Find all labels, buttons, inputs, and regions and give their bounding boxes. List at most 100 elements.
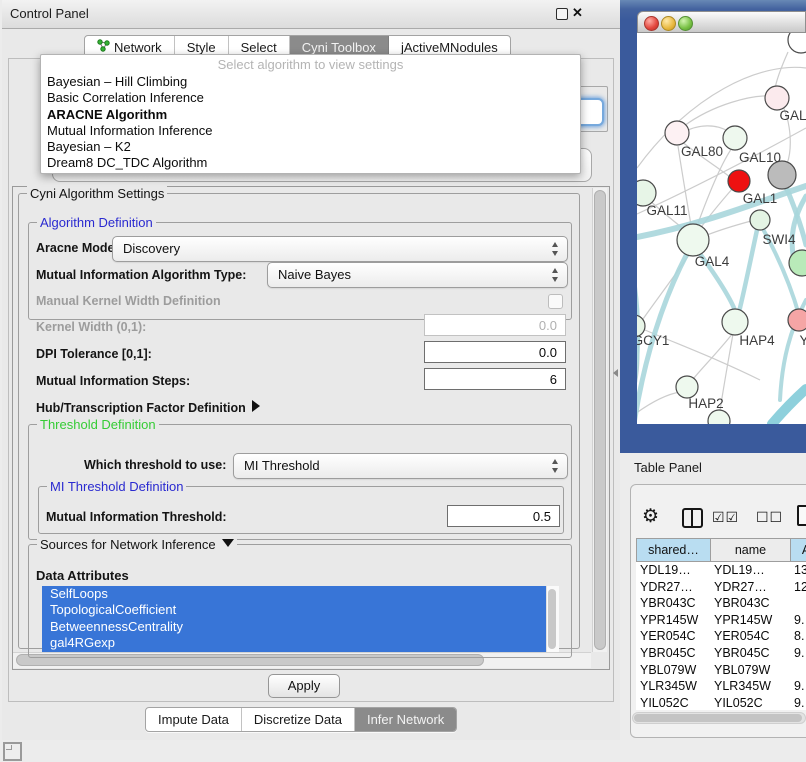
close-panel-icon[interactable]: ✕ <box>572 5 583 21</box>
unchecked-pair-icon[interactable]: ☐☐ <box>756 509 783 526</box>
network-window-titlebar[interactable] <box>637 11 806 33</box>
network-node[interactable] <box>768 161 796 189</box>
mi-steps-field[interactable] <box>424 368 566 390</box>
network-node-gal80[interactable] <box>665 121 689 145</box>
network-node-hap4[interactable] <box>722 309 748 335</box>
table-cell: YLR345W <box>636 678 710 695</box>
node-label-gal10: GAL10 <box>739 150 781 165</box>
algorithm-option[interactable]: Dream8 DC_TDC Algorithm <box>41 155 580 171</box>
network-edge <box>684 96 770 126</box>
table-row[interactable]: YLR345WYLR345W9. <box>636 678 806 695</box>
attribute-list-item[interactable]: BetweennessCentrality <box>42 619 546 635</box>
table-panel-title: Table Panel <box>634 460 702 475</box>
kernel-width-label: Kernel Width (0,1): <box>36 320 146 334</box>
algorithm-option[interactable]: Basic Correlation Inference <box>41 90 580 106</box>
algorithm-option[interactable]: Bayesian – Hill Climbing <box>41 74 580 90</box>
mi-threshold-field[interactable] <box>447 505 560 527</box>
table-hscrollbar-thumb[interactable] <box>634 714 802 722</box>
splitter-collapse-icon[interactable] <box>613 369 618 377</box>
aracne-mode-label: Aracne Mode: <box>36 241 119 255</box>
checked-pair-icon[interactable]: ☑☑ <box>712 509 739 526</box>
control-panel-title: Control Panel <box>10 6 89 21</box>
network-node-y[interactable] <box>788 309 806 331</box>
table-cell: 13… <box>790 562 806 579</box>
apply-button[interactable]: Apply <box>268 674 340 698</box>
which-threshold-combobox[interactable]: MI Threshold <box>233 453 568 479</box>
algorithm-definition-title: Algorithm Definition <box>37 215 156 230</box>
mi-threshold-label: Mutual Information Threshold: <box>46 510 227 524</box>
document-icon[interactable] <box>797 505 806 526</box>
network-edge <box>707 221 751 235</box>
kernel-width-field[interactable] <box>424 314 566 336</box>
table-row[interactable]: YBR043CYBR043C <box>636 595 806 612</box>
sources-disclosure[interactable]: Sources for Network Inference <box>37 537 237 552</box>
column-header-A[interactable]: A <box>790 538 806 562</box>
table-row[interactable]: YER054CYER054C8. <box>636 628 806 645</box>
network-node[interactable] <box>708 410 730 424</box>
sources-title: Sources for Network Inference <box>40 537 216 552</box>
table-cell: YDL19… <box>636 562 710 579</box>
settings-gear-icon[interactable]: ⚙ <box>642 505 659 528</box>
node-label-gal11: GAL11 <box>646 203 687 218</box>
table-row[interactable]: YDL19…YDL19…13… <box>636 562 806 579</box>
network-node[interactable] <box>750 210 770 230</box>
node-label-swi4: SWI4 <box>762 232 795 247</box>
minimize-window-icon[interactable] <box>661 16 676 31</box>
bottom-tab-discretize-data[interactable]: Discretize Data <box>242 708 355 731</box>
network-canvas[interactable]: GALGAL80GAL10GAL1GAL11SWI4GAL4GCY1HAP4YH… <box>637 33 806 424</box>
mi-algorithm-type-combobox[interactable]: Naive Bayes <box>267 262 568 288</box>
table-row[interactable]: YPR145WYPR145W9. <box>636 612 806 629</box>
attributes-scrollbar-thumb[interactable] <box>548 589 556 649</box>
network-edge <box>775 52 788 89</box>
table-row[interactable]: YIL052CYIL052C9. <box>636 695 806 710</box>
algorithm-dropdown-popup: Select algorithm to view settings Bayesi… <box>40 54 581 174</box>
column-split-icon[interactable] <box>682 508 703 528</box>
bottom-tab-infer-network[interactable]: Infer Network <box>355 708 456 731</box>
table-cell: YER054C <box>636 628 710 645</box>
column-header-name[interactable]: name <box>710 538 790 562</box>
algorithm-option[interactable]: ARACNE Algorithm <box>41 107 580 123</box>
bottom-tab-label: Infer Network <box>367 708 444 731</box>
network-edge-thick <box>772 389 806 424</box>
network-node-hap2[interactable] <box>676 376 698 398</box>
aracne-mode-combobox[interactable]: Discovery <box>112 236 568 262</box>
attribute-list-item[interactable]: gal4RGexp <box>42 635 546 651</box>
algorithm-option[interactable]: Bayesian – K2 <box>41 139 580 155</box>
table-row[interactable]: YBR045CYBR045C9. <box>636 645 806 662</box>
stepper-arrows-icon <box>551 241 559 257</box>
node-label-gal1: GAL1 <box>743 191 778 206</box>
mi-steps-label: Mutual Information Steps: <box>36 374 190 388</box>
bottom-tab-impute-data[interactable]: Impute Data <box>146 708 242 731</box>
table-row[interactable]: YBL079WYBL079W <box>636 662 806 679</box>
bottom-tab-label: Discretize Data <box>254 708 342 731</box>
float-window-icon[interactable] <box>556 8 568 20</box>
zoom-window-icon[interactable] <box>678 16 693 31</box>
mini-window-icon[interactable] <box>3 742 22 761</box>
data-attributes-list: SelfLoopsTopologicalCoefficientBetweenne… <box>42 586 558 652</box>
aracne-mode-value: Discovery <box>113 237 567 260</box>
attribute-list-item[interactable]: TopologicalCoefficient <box>42 602 546 618</box>
close-window-icon[interactable] <box>644 16 659 31</box>
table-row[interactable]: YDR27…YDR27…12… <box>636 579 806 596</box>
network-node-gal10[interactable] <box>723 126 747 150</box>
network-edge <box>699 188 733 230</box>
bottom-tab-label: Impute Data <box>158 708 229 731</box>
network-node[interactable] <box>788 33 806 53</box>
network-node-gal[interactable] <box>765 86 789 110</box>
network-node-gal1[interactable] <box>728 170 750 192</box>
table-cell: 12… <box>790 579 806 596</box>
table-cell: YIL052C <box>636 695 710 710</box>
table-cell <box>790 595 806 612</box>
network-node-gal4[interactable] <box>677 224 709 256</box>
hub-definition-disclosure[interactable]: Hub/Transcription Factor Definition <box>36 400 260 415</box>
column-header-shared…[interactable]: shared… <box>636 538 710 562</box>
bottom-tabbar: Impute Data Discretize Data Infer Network <box>145 707 457 732</box>
manual-kernel-width-checkbox[interactable] <box>548 294 563 309</box>
attribute-list-item[interactable]: SelfLoops <box>42 586 546 602</box>
algorithm-option[interactable]: Mutual Information Inference <box>41 123 580 139</box>
dpi-tolerance-field[interactable] <box>424 341 566 363</box>
stepper-arrows-icon <box>551 458 559 474</box>
control-panel-header <box>2 0 620 29</box>
threshold-definition-title: Threshold Definition <box>37 417 159 432</box>
settings-vscrollbar-thumb[interactable] <box>594 190 606 650</box>
